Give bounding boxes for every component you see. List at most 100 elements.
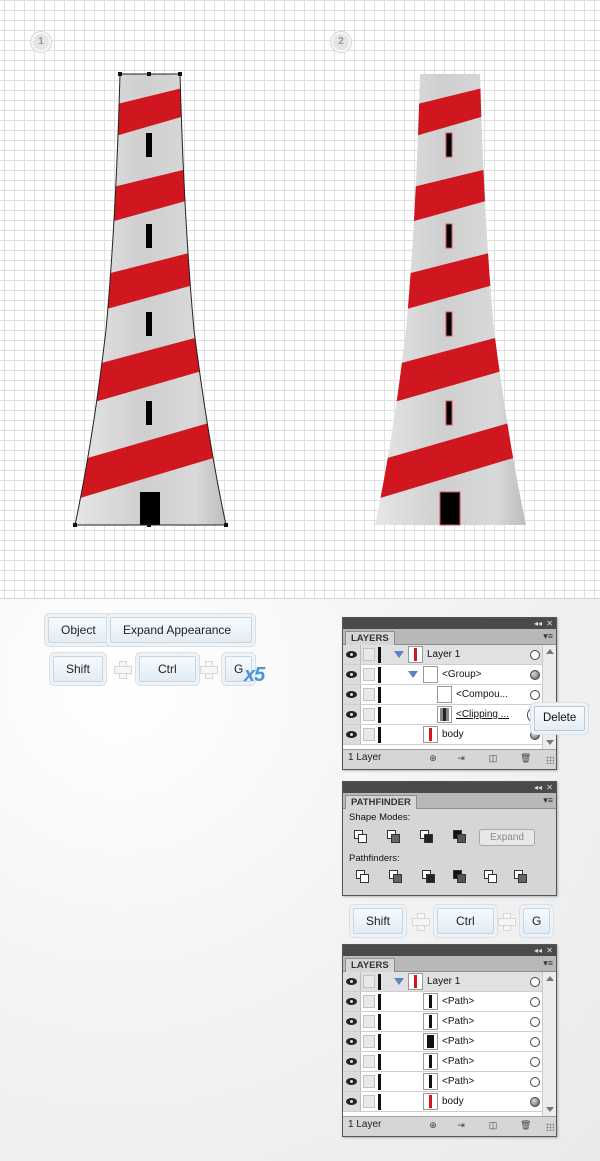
target-icon[interactable]	[530, 730, 540, 740]
target-icon[interactable]	[530, 1097, 540, 1107]
tab-layers[interactable]: LAYERS	[345, 631, 395, 645]
eye-icon[interactable]	[346, 711, 357, 718]
eye-icon[interactable]	[346, 1018, 357, 1025]
eye-icon[interactable]	[346, 691, 357, 698]
layer-row-clipping[interactable]: <Clipping ...	[343, 705, 556, 725]
minus-front-icon[interactable]	[386, 829, 402, 845]
eye-icon[interactable]	[346, 651, 357, 658]
layer-row-path[interactable]: <Path>	[343, 992, 556, 1012]
layer-thumbnail	[408, 973, 423, 990]
lock-toggle[interactable]	[363, 975, 375, 988]
expand-triangle-icon[interactable]	[394, 651, 404, 658]
eye-icon[interactable]	[346, 1038, 357, 1045]
layer-row-group[interactable]: <Group>	[343, 665, 556, 685]
eye-icon[interactable]	[346, 978, 357, 985]
panel-menu-icon[interactable]: ▾≡	[543, 632, 553, 641]
eye-icon[interactable]	[346, 1078, 357, 1085]
lock-toggle[interactable]	[363, 1035, 375, 1048]
lock-toggle[interactable]	[363, 728, 375, 741]
target-icon[interactable]	[530, 690, 540, 700]
layer-name: <Path>	[442, 996, 475, 1007]
crop-icon[interactable]	[452, 869, 468, 885]
layer-row-layer-1[interactable]: Layer 1	[343, 972, 556, 992]
plus-icon	[114, 661, 132, 679]
key-shift: Shift	[53, 656, 104, 682]
exclude-icon[interactable]	[452, 829, 468, 845]
panel-menu-icon[interactable]: ▾≡	[543, 796, 553, 805]
layer-row-body[interactable]: body	[343, 725, 556, 745]
tab-pathfinder[interactable]: PATHFINDER	[345, 795, 417, 809]
layers-panel-2: ◂◂ ✕ LAYERS ▾≡ Layer 1 <Path> <Path> <Pa…	[342, 944, 557, 1137]
expand-triangle-icon[interactable]	[408, 671, 418, 678]
layer-row-body[interactable]: body	[343, 1092, 556, 1112]
key-ctrl: Ctrl	[139, 656, 196, 682]
eye-icon[interactable]	[346, 1098, 357, 1105]
trim-icon[interactable]	[388, 869, 404, 885]
layer-row-path[interactable]: <Path>	[343, 1052, 556, 1072]
new-layer-icon[interactable]: ◫	[488, 753, 498, 763]
target-icon[interactable]	[530, 1077, 540, 1087]
layer-thumbnail	[437, 706, 452, 723]
unite-icon[interactable]	[353, 829, 369, 845]
scrollbar[interactable]	[542, 972, 556, 1116]
layer-thumbnail	[423, 1013, 438, 1030]
lock-toggle[interactable]	[363, 1015, 375, 1028]
resize-grip[interactable]	[546, 756, 554, 764]
layer-row-path[interactable]: <Path>	[343, 1072, 556, 1092]
trash-icon[interactable]: 🗑	[520, 1120, 531, 1130]
layer-row-compound[interactable]: <Compou...	[343, 685, 556, 705]
eye-icon[interactable]	[346, 731, 357, 738]
new-layer-icon[interactable]: ◫	[488, 1120, 498, 1130]
target-icon[interactable]	[530, 977, 540, 987]
target-icon[interactable]	[530, 650, 540, 660]
make-clipping-mask-icon[interactable]: ⇥	[456, 753, 466, 763]
pathfinder-panel: ◂◂ ✕ PATHFINDER ▾≡ Shape Modes: Expand Pa…	[342, 781, 557, 896]
lock-toggle[interactable]	[363, 1055, 375, 1068]
target-icon[interactable]	[530, 1057, 540, 1067]
layer-thumbnail	[423, 666, 438, 683]
layer-name: Layer 1	[427, 649, 461, 660]
pathfinders-label: Pathfinders:	[349, 853, 400, 864]
menu-expand-appearance[interactable]: Expand Appearance	[110, 617, 252, 643]
plus-icon	[498, 913, 516, 931]
minus-back-icon[interactable]	[513, 869, 529, 885]
layer-row-layer-1[interactable]: Layer 1	[343, 645, 556, 665]
lock-toggle[interactable]	[363, 1095, 375, 1108]
target-icon[interactable]	[530, 670, 540, 680]
intersect-icon[interactable]	[419, 829, 435, 845]
scrollbar[interactable]	[542, 645, 556, 749]
resize-grip[interactable]	[546, 1123, 554, 1131]
expand-triangle-icon[interactable]	[394, 978, 404, 985]
make-sublayer-icon[interactable]: ⊕	[428, 753, 438, 763]
delete-button[interactable]: Delete	[534, 706, 586, 731]
lock-toggle[interactable]	[363, 668, 375, 681]
menu-object[interactable]: Object	[48, 617, 109, 643]
layer-row-path[interactable]: <Path>	[343, 1032, 556, 1052]
make-sublayer-icon[interactable]: ⊕	[428, 1120, 438, 1130]
outline-icon[interactable]	[483, 869, 499, 885]
tab-layers[interactable]: LAYERS	[345, 958, 395, 972]
trash-icon[interactable]: 🗑	[520, 753, 531, 763]
panel-menu-icon[interactable]: ▾≡	[543, 959, 553, 968]
layer-row-path[interactable]: <Path>	[343, 1012, 556, 1032]
lock-toggle[interactable]	[363, 648, 375, 661]
lighthouse-step-1	[73, 72, 526, 527]
merge-icon[interactable]	[421, 869, 437, 885]
make-clipping-mask-icon[interactable]: ⇥	[456, 1120, 466, 1130]
target-icon[interactable]	[530, 1037, 540, 1047]
expand-button[interactable]: Expand	[479, 829, 535, 846]
lock-toggle[interactable]	[363, 1075, 375, 1088]
eye-icon[interactable]	[346, 998, 357, 1005]
lock-toggle[interactable]	[363, 708, 375, 721]
eye-icon[interactable]	[346, 671, 357, 678]
divide-icon[interactable]	[355, 869, 371, 885]
lock-toggle[interactable]	[363, 995, 375, 1008]
eye-icon[interactable]	[346, 1058, 357, 1065]
layer-thumbnail	[423, 1053, 438, 1070]
target-icon[interactable]	[530, 997, 540, 1007]
lock-toggle[interactable]	[363, 688, 375, 701]
lighthouse-1-body	[73, 72, 228, 527]
lighthouse-2-body	[375, 74, 526, 526]
layers-panel-1: ◂◂ ✕ LAYERS ▾≡ Layer 1 <Group> <Compou..…	[342, 617, 557, 770]
target-icon[interactable]	[530, 1017, 540, 1027]
